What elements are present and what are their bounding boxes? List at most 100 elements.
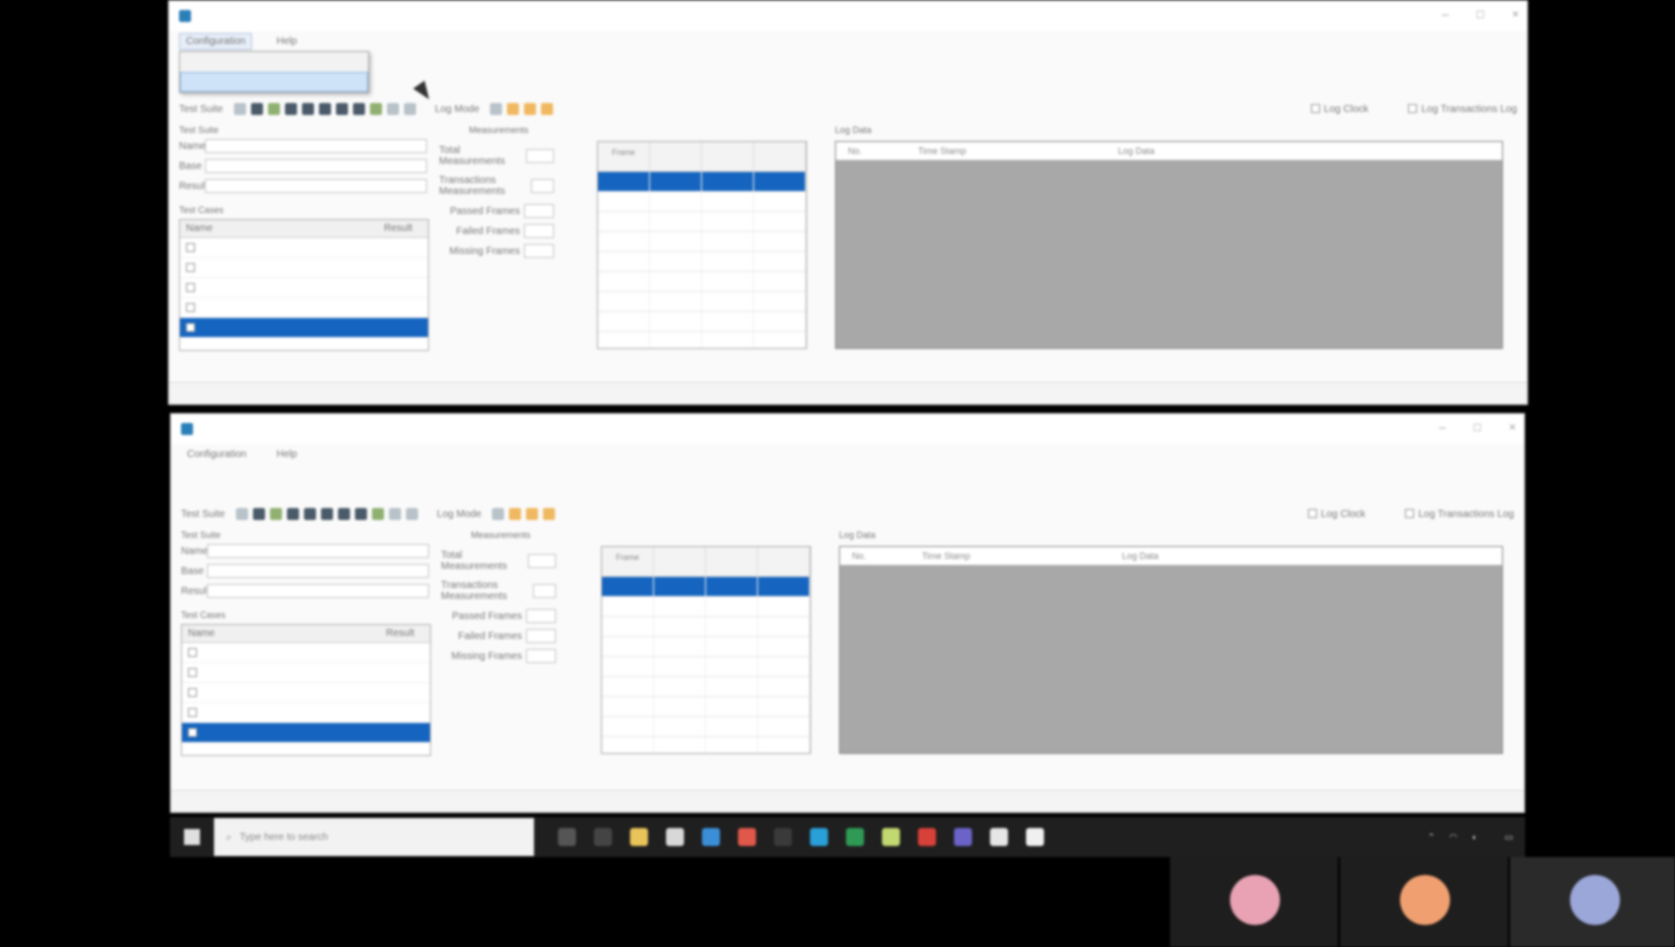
list-item[interactable]	[180, 298, 428, 318]
table-row[interactable]	[598, 212, 806, 232]
table-row[interactable]	[598, 252, 806, 272]
sub-tab-1[interactable]	[181, 466, 189, 468]
log-export-icon[interactable]	[524, 103, 537, 115]
powerpoint-icon[interactable]	[918, 828, 936, 846]
stop-icon[interactable]	[388, 508, 401, 520]
notepad-icon[interactable]	[882, 828, 900, 846]
log-icon[interactable]	[490, 103, 503, 115]
add-icon[interactable]	[320, 508, 333, 520]
menu-help[interactable]: Help	[270, 447, 303, 462]
minimize-icon[interactable]: –	[1442, 7, 1449, 21]
chat-icon[interactable]	[1026, 828, 1044, 846]
settings-icon[interactable]	[403, 103, 416, 115]
log-clock-checkbox[interactable]: Log Clock	[1307, 508, 1365, 520]
remove-icon[interactable]	[337, 508, 350, 520]
copy-icon[interactable]	[286, 508, 299, 520]
result-input[interactable]	[207, 584, 429, 598]
table-row[interactable]	[602, 657, 810, 677]
edit-icon[interactable]	[352, 103, 365, 115]
minimize-icon[interactable]: –	[1439, 420, 1446, 434]
table-row[interactable]	[602, 617, 810, 637]
file-explorer-icon[interactable]	[630, 828, 648, 846]
teams-icon[interactable]	[954, 828, 972, 846]
log-transactions-checkbox[interactable]: Log Transactions Log	[1408, 103, 1517, 115]
calendar-icon[interactable]	[666, 828, 684, 846]
dropdown-item-2[interactable]	[180, 72, 368, 92]
mail-icon[interactable]	[702, 828, 720, 846]
paste-icon[interactable]	[301, 103, 314, 115]
notifications-icon[interactable]: ▭	[1504, 832, 1513, 843]
new-icon[interactable]	[235, 508, 248, 520]
stop-icon[interactable]	[386, 103, 399, 115]
list-item[interactable]	[182, 663, 430, 683]
list-item-selected[interactable]	[180, 318, 428, 338]
widgets-icon[interactable]	[594, 828, 612, 846]
paste-icon[interactable]	[303, 508, 316, 520]
table-row[interactable]	[602, 717, 810, 737]
dropdown-item-1[interactable]	[180, 52, 368, 72]
list-item[interactable]	[182, 703, 430, 723]
base-input[interactable]	[207, 564, 429, 578]
remove-icon[interactable]	[335, 103, 348, 115]
table-row[interactable]	[598, 192, 806, 212]
close-icon[interactable]: ×	[1512, 7, 1519, 21]
sub-tab-4[interactable]	[199, 486, 207, 488]
log-export-icon[interactable]	[526, 508, 539, 520]
maximize-icon[interactable]: □	[1477, 7, 1484, 21]
list-item-selected[interactable]	[182, 723, 430, 743]
result-input[interactable]	[205, 179, 427, 193]
list-item[interactable]	[180, 238, 428, 258]
table-row[interactable]	[598, 292, 806, 312]
list-item[interactable]	[180, 278, 428, 298]
settings-icon[interactable]	[405, 508, 418, 520]
edge-icon[interactable]	[810, 828, 828, 846]
table-row[interactable]	[602, 677, 810, 697]
table-row[interactable]	[598, 272, 806, 292]
excel-icon[interactable]	[846, 828, 864, 846]
menu-help[interactable]: Help	[270, 34, 303, 49]
log-transactions-checkbox[interactable]: Log Transactions Log	[1405, 508, 1514, 520]
copy-icon[interactable]	[284, 103, 297, 115]
table-row[interactable]	[602, 697, 810, 717]
table-row[interactable]	[602, 577, 810, 597]
table-row[interactable]	[598, 232, 806, 252]
close-icon[interactable]: ×	[1509, 420, 1516, 434]
save-icon[interactable]	[267, 103, 280, 115]
table-row[interactable]	[602, 737, 810, 753]
log-filter-icon[interactable]	[507, 103, 520, 115]
volume-icon[interactable]: ◖	[1471, 832, 1476, 842]
log-clear-icon[interactable]	[543, 508, 556, 520]
log-clear-icon[interactable]	[541, 103, 554, 115]
log-panel[interactable]: No. Time Stamp Log Data	[835, 141, 1503, 349]
windows-start-icon[interactable]	[184, 829, 200, 845]
taskbar-search[interactable]: ⌕ Type here to search	[214, 818, 534, 856]
log-clock-checkbox[interactable]: Log Clock	[1310, 103, 1368, 115]
base-input[interactable]	[205, 159, 427, 173]
name-input[interactable]	[207, 544, 429, 558]
tray-chevron-icon[interactable]: ⌃	[1428, 832, 1436, 843]
edit-icon[interactable]	[354, 508, 367, 520]
chrome-icon[interactable]	[738, 828, 756, 846]
add-icon[interactable]	[318, 103, 331, 115]
log-filter-icon[interactable]	[509, 508, 522, 520]
participant-tile-1[interactable]	[1170, 857, 1338, 947]
menu-configuration[interactable]: Configuration	[179, 32, 253, 50]
log-panel[interactable]: No. Time Stamp Log Data	[839, 546, 1503, 754]
run-icon[interactable]	[369, 103, 382, 115]
participant-tile-2[interactable]	[1340, 857, 1508, 947]
name-input[interactable]	[205, 139, 427, 153]
log-icon[interactable]	[492, 508, 505, 520]
open-icon[interactable]	[250, 103, 263, 115]
open-icon[interactable]	[252, 508, 265, 520]
network-icon[interactable]: ◠	[1449, 832, 1457, 843]
active-window-icon[interactable]	[990, 828, 1008, 846]
app-icon-dark[interactable]	[774, 828, 792, 846]
save-icon[interactable]	[269, 508, 282, 520]
table-row[interactable]	[602, 597, 810, 617]
task-view-icon[interactable]	[558, 828, 576, 846]
sub-tab-3[interactable]	[181, 486, 189, 488]
table-row[interactable]	[598, 312, 806, 332]
maximize-icon[interactable]: □	[1474, 420, 1481, 434]
table-row[interactable]	[598, 172, 806, 192]
list-item[interactable]	[180, 258, 428, 278]
